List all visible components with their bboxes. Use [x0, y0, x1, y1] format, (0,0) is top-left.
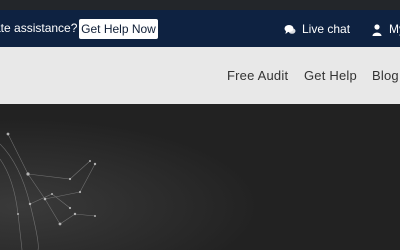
account-label: My — [389, 22, 400, 36]
main-nav: Free Audit Get Help Blog — [0, 47, 400, 104]
user-icon — [372, 23, 382, 36]
get-help-now-button[interactable]: Get Help Now — [79, 19, 158, 39]
network-graphic — [0, 104, 400, 250]
utility-bar: ate assistance? Get Help Now Live chat M… — [0, 10, 400, 47]
live-chat-label: Live chat — [302, 22, 351, 36]
nav-item-get-help[interactable]: Get Help — [304, 68, 357, 83]
nav-item-free-audit[interactable]: Free Audit — [227, 68, 288, 83]
hero-banner — [0, 104, 400, 250]
top-strip — [0, 0, 400, 10]
live-chat-link[interactable]: Live chat — [284, 20, 350, 38]
assistance-text: ate assistance? — [0, 21, 78, 35]
nav-item-blog[interactable]: Blog — [372, 68, 399, 83]
chat-bubbles-icon — [284, 23, 296, 35]
account-link[interactable]: My — [372, 20, 400, 38]
